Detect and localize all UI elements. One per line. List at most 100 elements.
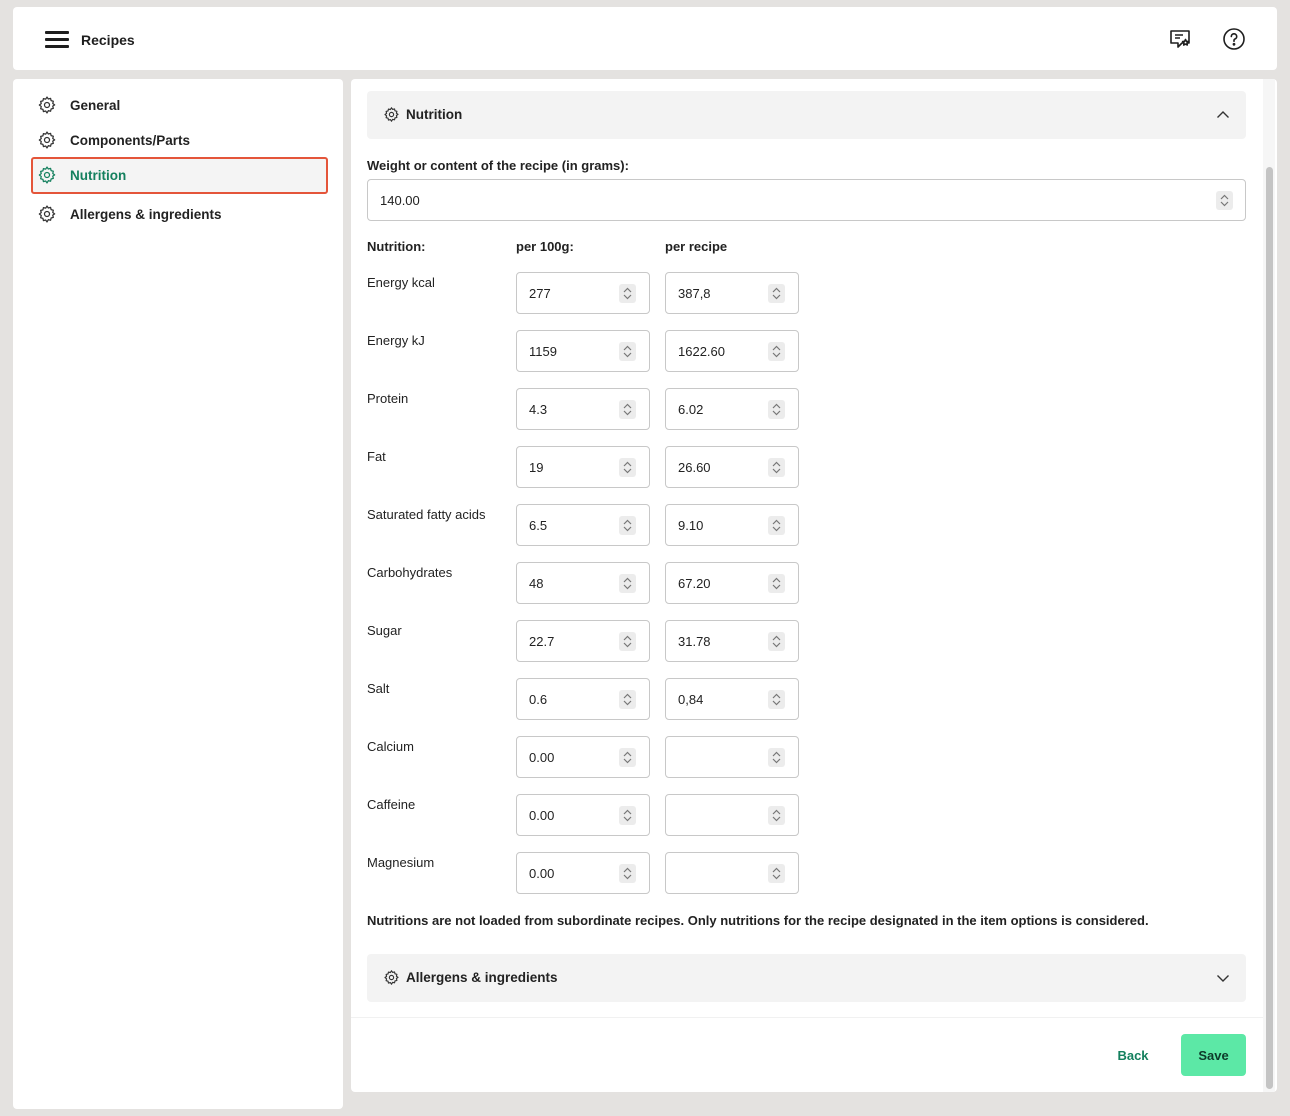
per100g-input[interactable]: 0.00	[516, 736, 650, 778]
number-spinner[interactable]	[619, 806, 636, 825]
weight-value: 140.00	[380, 193, 420, 208]
per100g-input[interactable]: 0.00	[516, 794, 650, 836]
nutrition-note: Nutritions are not loaded from subordina…	[367, 913, 1149, 928]
help-icon[interactable]	[1222, 27, 1246, 51]
nutrition-label: Sugar	[367, 623, 402, 638]
per100g-input[interactable]: 6.5	[516, 504, 650, 546]
sidebar-item-label: Nutrition	[70, 168, 127, 183]
number-spinner[interactable]	[619, 574, 636, 593]
per-recipe-input[interactable]: 31.78	[665, 620, 799, 662]
nutrition-label: Energy kJ	[367, 333, 425, 348]
per100g-input[interactable]: 48	[516, 562, 650, 604]
col-per100-header: per 100g:	[516, 239, 574, 254]
per-recipe-value: 1622.60	[678, 344, 725, 359]
number-spinner[interactable]	[768, 458, 785, 477]
number-spinner[interactable]	[619, 342, 636, 361]
sidebar-item-label: General	[70, 98, 121, 113]
gear-icon	[384, 970, 399, 985]
number-spinner[interactable]	[619, 284, 636, 303]
per100g-input[interactable]: 0.00	[516, 852, 650, 894]
per100g-input[interactable]: 19	[516, 446, 650, 488]
top-bar: Recipes	[13, 7, 1277, 70]
number-spinner[interactable]	[619, 864, 636, 883]
per100g-value: 1159	[529, 344, 557, 359]
per-recipe-input[interactable]: 26.60	[665, 446, 799, 488]
back-button[interactable]: Back	[1104, 1034, 1162, 1076]
page-title: Recipes	[81, 32, 135, 48]
weight-spinner[interactable]	[1216, 191, 1233, 210]
section-title: Allergens & ingredients	[406, 970, 558, 985]
per-recipe-value: 26.60	[678, 460, 711, 475]
col-nutrition-header: Nutrition:	[367, 239, 426, 254]
per100g-value: 277	[529, 286, 551, 301]
number-spinner[interactable]	[619, 458, 636, 477]
per-recipe-input[interactable]	[665, 852, 799, 894]
per-recipe-value: 67.20	[678, 576, 711, 591]
number-spinner[interactable]	[768, 864, 785, 883]
per-recipe-input[interactable]: 6.02	[665, 388, 799, 430]
nutrition-label: Carbohydrates	[367, 565, 453, 580]
number-spinner[interactable]	[619, 400, 636, 419]
gear-icon	[38, 205, 56, 223]
gear-icon	[38, 166, 56, 184]
menu-icon[interactable]	[45, 31, 69, 48]
per-recipe-input[interactable]: 67.20	[665, 562, 799, 604]
per100g-value: 19	[529, 460, 544, 475]
per-recipe-input[interactable]: 9.10	[665, 504, 799, 546]
nutrition-section-header[interactable]: Nutrition	[367, 91, 1246, 139]
chevron-up-icon	[1217, 111, 1229, 118]
per100g-value: 0.00	[529, 866, 555, 881]
per-recipe-value: 9.10	[678, 518, 704, 533]
number-spinner[interactable]	[768, 806, 785, 825]
nutrition-label: Saturated fatty acids	[367, 507, 486, 522]
col-recipe-header: per recipe	[665, 239, 728, 254]
footer-divider	[351, 1017, 1263, 1018]
scrollbar-thumb[interactable]	[1266, 167, 1273, 1089]
nutrition-label: Magnesium	[367, 855, 435, 870]
sidebar-item-nutrition[interactable]: Nutrition	[31, 157, 328, 194]
per100g-value: 48	[529, 576, 544, 591]
number-spinner[interactable]	[619, 516, 636, 535]
number-spinner[interactable]	[619, 632, 636, 651]
number-spinner[interactable]	[619, 690, 636, 709]
number-spinner[interactable]	[768, 284, 785, 303]
per100g-value: 0.6	[529, 692, 548, 707]
per-recipe-value: 6.02	[678, 402, 704, 417]
per-recipe-input[interactable]: 0,84	[665, 678, 799, 720]
per-recipe-input[interactable]: 387,8	[665, 272, 799, 314]
per100g-input[interactable]: 0.6	[516, 678, 650, 720]
feedback-icon[interactable]	[1168, 27, 1192, 51]
gear-icon	[384, 107, 399, 122]
per-recipe-value: 31.78	[678, 634, 711, 649]
nutrition-label: Protein	[367, 391, 409, 406]
number-spinner[interactable]	[768, 632, 785, 651]
gear-icon	[38, 131, 56, 149]
sidebar-item-label: Components/Parts	[70, 133, 191, 148]
save-button[interactable]: Save	[1181, 1034, 1246, 1076]
per100g-input[interactable]: 277	[516, 272, 650, 314]
per100g-value: 0.00	[529, 808, 555, 823]
sidebar-item-components[interactable]: Components/Parts	[31, 122, 328, 159]
number-spinner[interactable]	[768, 342, 785, 361]
per100g-input[interactable]: 4.3	[516, 388, 650, 430]
allergens-section-header[interactable]: Allergens & ingredients	[367, 954, 1246, 1002]
number-spinner[interactable]	[768, 574, 785, 593]
number-spinner[interactable]	[768, 516, 785, 535]
number-spinner[interactable]	[768, 400, 785, 419]
number-spinner[interactable]	[619, 748, 636, 767]
per-recipe-input[interactable]: 1622.60	[665, 330, 799, 372]
weight-input[interactable]: 140.00	[367, 179, 1246, 221]
nutrition-label: Fat	[367, 449, 386, 464]
number-spinner[interactable]	[768, 690, 785, 709]
number-spinner[interactable]	[768, 748, 785, 767]
per100g-input[interactable]: 1159	[516, 330, 650, 372]
per100g-input[interactable]: 22.7	[516, 620, 650, 662]
per100g-value: 4.3	[529, 402, 548, 417]
sidebar-item-general[interactable]: General	[31, 87, 328, 124]
per-recipe-input[interactable]	[665, 794, 799, 836]
sidebar-item-allergens[interactable]: Allergens & ingredients	[31, 196, 328, 233]
nutrition-label: Salt	[367, 681, 390, 696]
per100g-value: 0.00	[529, 750, 555, 765]
gear-icon	[38, 96, 56, 114]
per-recipe-input[interactable]	[665, 736, 799, 778]
